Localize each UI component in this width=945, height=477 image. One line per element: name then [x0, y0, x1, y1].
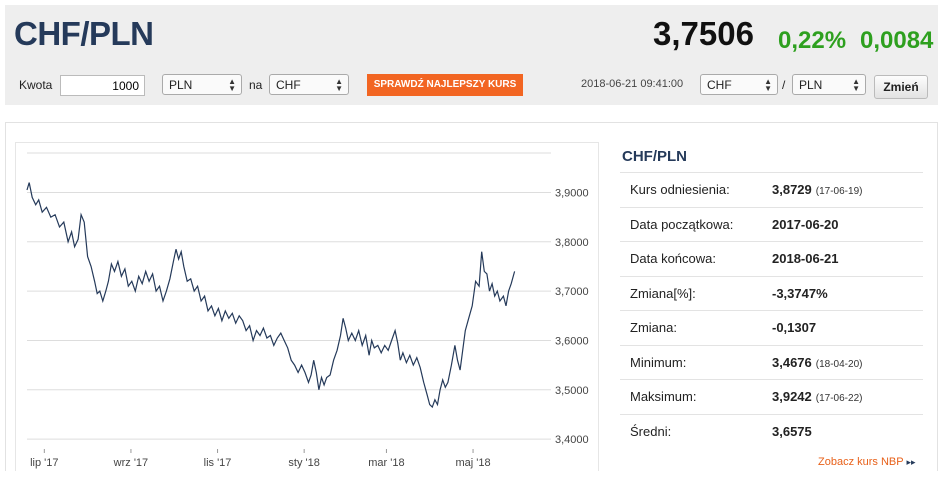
- stats-value-text: -3,3747%: [772, 285, 828, 301]
- stats-value-text: -0,1307: [772, 320, 817, 336]
- stats-date: (18-04-20): [815, 358, 863, 370]
- stats-row: Minimum: 3,4676 (18-04-20): [620, 344, 923, 380]
- stats-value-text: 2017-06-20: [772, 216, 839, 232]
- stats-value-text: 3,4676: [772, 354, 812, 370]
- stats-label: Data początkowa:: [620, 206, 772, 242]
- x-tick-label: mar '18: [368, 457, 404, 469]
- pair-title: CHF/PLN: [14, 15, 154, 52]
- pair-quote-select[interactable]: PLN ▲ ▼: [792, 74, 866, 95]
- x-tick-label: lis '17: [204, 457, 232, 469]
- from-currency-select[interactable]: PLN ▲ ▼: [162, 74, 242, 95]
- stats-row: Średni: 3,6575: [620, 413, 923, 449]
- x-axis-labels: lip '17 wrz '17 lis '17 sty '18 mar '18 maj '…: [30, 457, 490, 469]
- stats-label: Zmiana[%]:: [620, 275, 772, 311]
- y-tick-label: 3,4000: [555, 434, 589, 446]
- stats-label: Minimum:: [620, 344, 772, 380]
- stats-value: 3,9242 (17-06-22): [772, 379, 923, 414]
- y-tick-label: 3,5000: [555, 385, 589, 397]
- best-rate-button[interactable]: SPRAWDŹ NAJLEPSZY KURS: [367, 74, 523, 96]
- stats-label: Średni:: [620, 413, 772, 449]
- stats-value: -0,1307: [772, 310, 923, 345]
- quote-header: CHF/PLN 3,7506 0,22% 0,0084 Kwota PLN ▲▼…: [5, 5, 938, 105]
- amount-label: Kwota: [19, 78, 53, 92]
- stats-value: 3,6575: [772, 413, 923, 449]
- on-label: na: [249, 78, 263, 92]
- rate-line: [26, 182, 516, 409]
- stats-value: 2017-06-20: [772, 206, 923, 242]
- change-absolute: 0,0084: [860, 27, 934, 54]
- from-currency-value: PLN: [169, 78, 193, 92]
- stats-value-text: 2018-06-21: [772, 251, 839, 267]
- current-rate: 3,7506: [653, 15, 754, 52]
- x-tick-label: lip '17: [30, 457, 58, 469]
- y-axis-labels: 3,9000 3,8000 3,7000 3,6000 3,5000 3,4000: [555, 187, 589, 446]
- pair-quote-value: PLN: [799, 78, 823, 92]
- stats-date: (17-06-19): [815, 186, 863, 198]
- to-currency-select[interactable]: CHF ▲ ▼: [269, 74, 349, 95]
- swap-pair-button[interactable]: Zmień: [874, 75, 928, 99]
- stats-value: 3,8729 (17-06-19): [772, 172, 923, 207]
- y-tick-label: 3,8000: [555, 237, 589, 249]
- rate-chart: 3,9000 3,8000 3,7000 3,6000 3,5000 3,4000 lip…: [26, 152, 589, 469]
- amount-input[interactable]: [60, 75, 145, 96]
- stats-value-text: 3,9242: [772, 389, 812, 405]
- stats-row: Zmiana[%]: -3,3747%: [620, 275, 923, 311]
- stats-value-text: 3,6575: [772, 424, 812, 439]
- x-tick-label: wrz '17: [113, 457, 149, 469]
- stats-label: Maksimum:: [620, 379, 772, 414]
- x-tick-label: sty '18: [288, 457, 319, 469]
- stats-table: Kurs odniesienia: 3,8729 (17-06-19) Data …: [620, 172, 923, 449]
- nbp-link-text: Zobacz kurs NBP: [818, 456, 904, 468]
- stats-value: 3,4676 (18-04-20): [772, 344, 923, 380]
- stats-row: Maksimum: 3,9242 (17-06-22): [620, 379, 923, 414]
- y-tick-label: 3,7000: [555, 286, 589, 298]
- stats-title: CHF/PLN: [622, 148, 687, 165]
- chart-container: 3,9000 3,8000 3,7000 3,6000 3,5000 3,4000 lip…: [15, 142, 599, 471]
- stats-label: Zmiana:: [620, 310, 772, 345]
- to-currency-value: CHF: [276, 78, 301, 92]
- stats-value: -3,3747%: [772, 275, 923, 311]
- stats-row: Kurs odniesienia: 3,8729 (17-06-19): [620, 172, 923, 207]
- stats-date: (17-06-22): [815, 393, 863, 405]
- pair-base-value: CHF: [707, 78, 732, 92]
- select-arrows-icon: ▲ ▼: [228, 77, 236, 93]
- pair-base-select[interactable]: CHF ▲ ▼: [700, 74, 778, 95]
- x-tick-label: maj '18: [455, 457, 490, 469]
- pair-separator: /: [782, 78, 786, 92]
- stats-value-text: 3,8729: [772, 182, 812, 198]
- select-arrows-icon: ▲ ▼: [335, 77, 343, 93]
- y-tick-label: 3,6000: [555, 335, 589, 347]
- stats-label: Data końcowa:: [620, 241, 772, 276]
- stats-row: Data końcowa: 2018-06-21: [620, 241, 923, 276]
- quote-timestamp: 2018-06-21 09:41:00: [581, 78, 684, 90]
- y-tick-label: 3,9000: [555, 187, 589, 199]
- stats-row: Zmiana: -0,1307: [620, 310, 923, 345]
- double-arrow-icon: ▸▸: [906, 457, 916, 467]
- stats-row: Data początkowa: 2017-06-20: [620, 206, 923, 242]
- change-percent: 0,22%: [778, 27, 847, 54]
- stats-value: 2018-06-21: [772, 241, 923, 276]
- select-arrows-icon: ▲ ▼: [764, 77, 772, 93]
- select-arrows-icon: ▲ ▼: [852, 77, 860, 93]
- stats-label: Kurs odniesienia:: [620, 172, 772, 207]
- nbp-rate-link[interactable]: Zobacz kurs NBP ▸▸: [818, 456, 916, 468]
